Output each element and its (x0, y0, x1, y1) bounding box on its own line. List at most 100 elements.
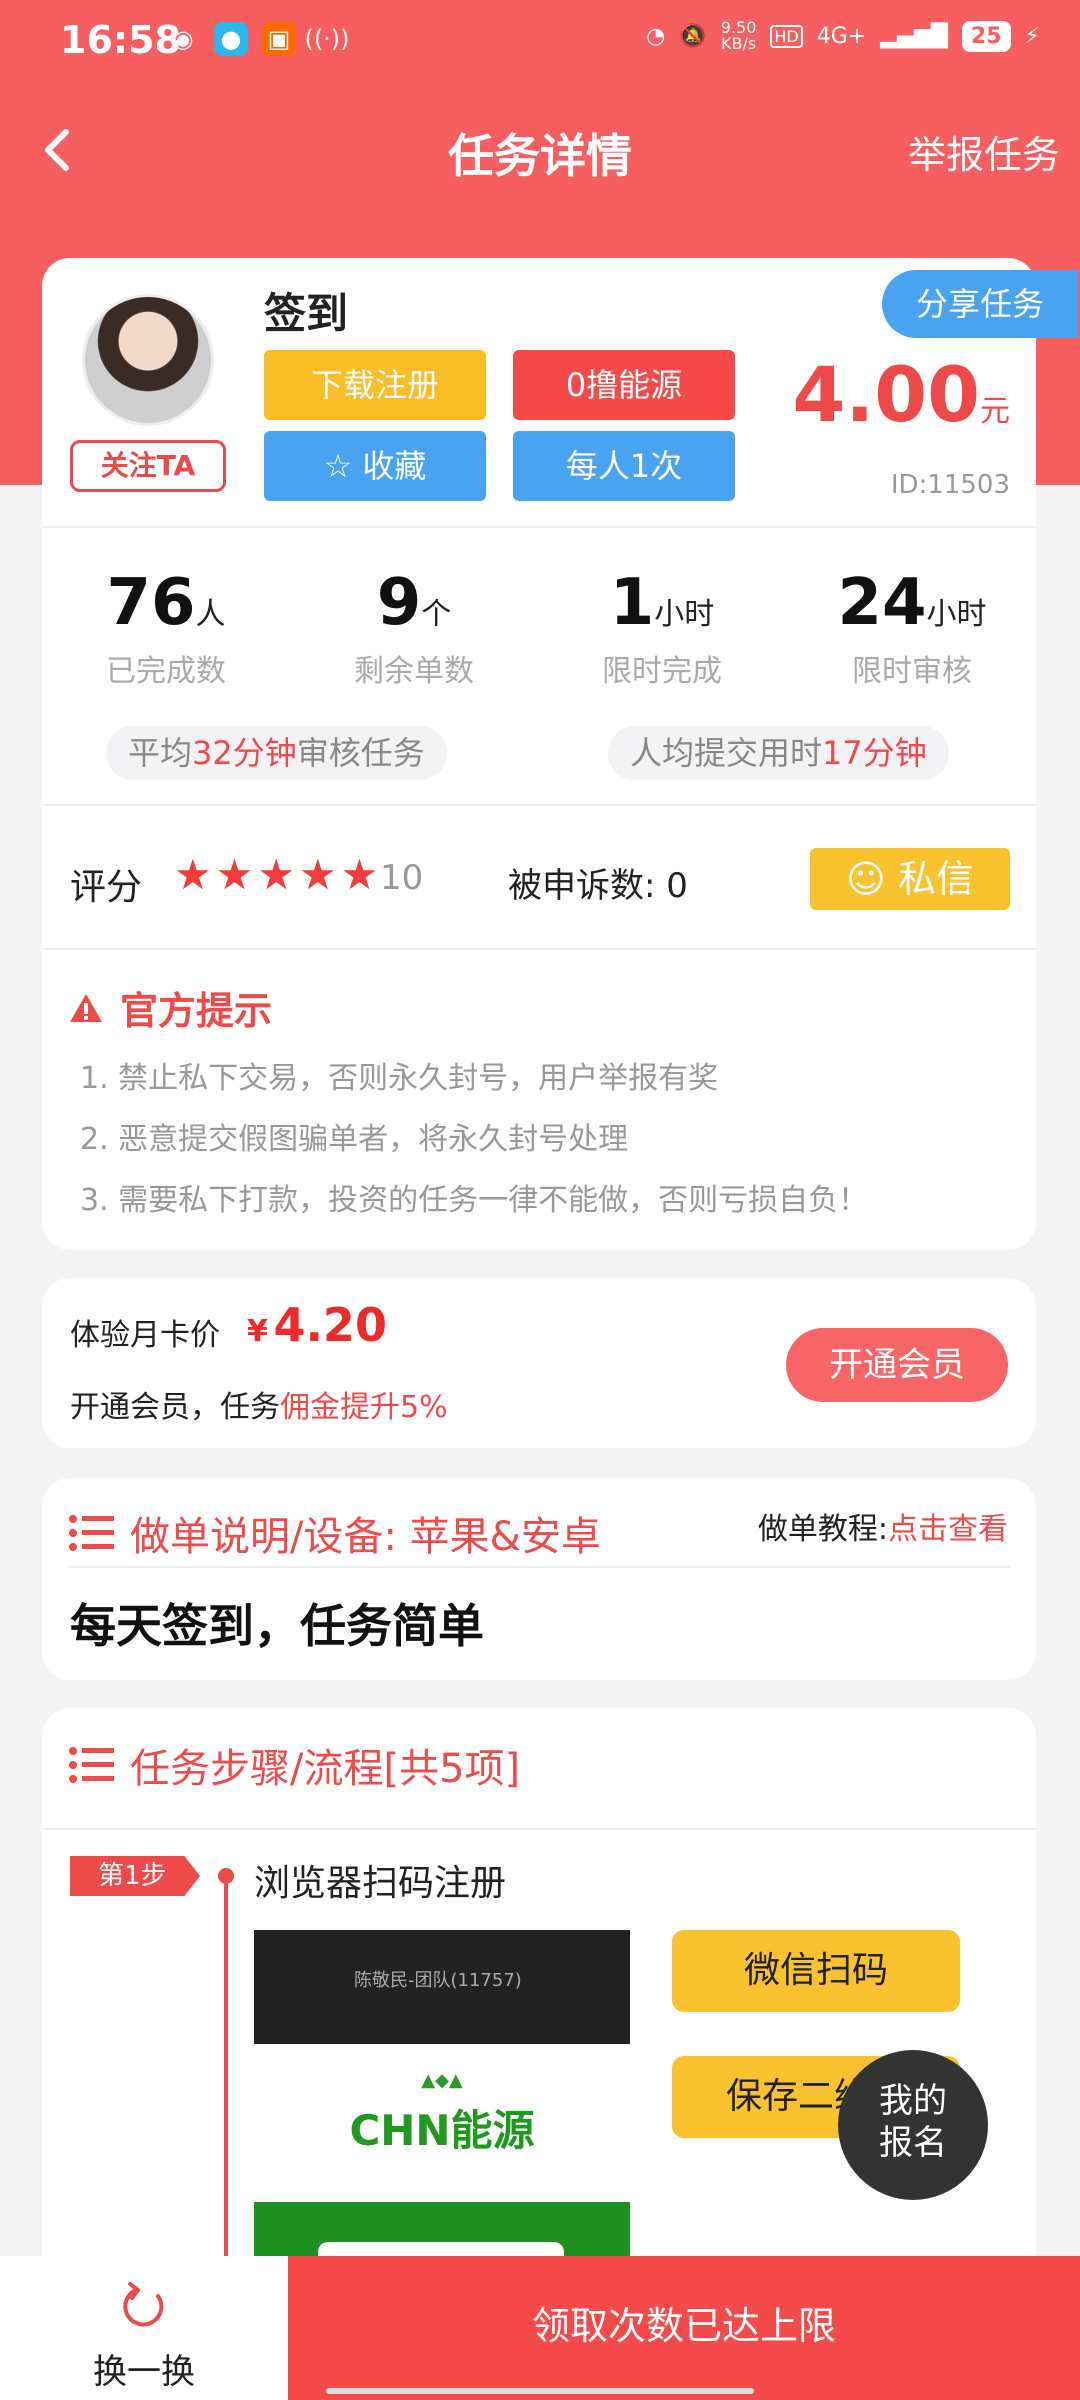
my-signup-float-button[interactable]: 我的 报名 (838, 2050, 988, 2200)
private-message-button[interactable]: ☺ 私信 (810, 848, 1010, 910)
tag-per-person-limit: 每人1次 (513, 431, 735, 501)
task-price: 4.00元 (792, 350, 1010, 439)
official-tips-title: 官方提示 (68, 980, 272, 1035)
price-unit: 元 (980, 394, 1010, 429)
home-indicator[interactable] (326, 2388, 754, 2394)
stat-value: 1 (609, 566, 655, 640)
float-line-2: 报名 (879, 2123, 947, 2163)
stat-unit: 人 (195, 597, 226, 632)
private-message-label: 私信 (897, 857, 974, 901)
stat-unit: 小时 (654, 597, 715, 632)
refresh-button[interactable]: 换一换 (0, 2256, 288, 2400)
vip-subtitle: 开通会员，任务佣金提升5% (70, 1382, 448, 1426)
star-icon: ★ (174, 850, 212, 899)
stat-label: 限时完成 (602, 654, 722, 689)
network-type: 4G+ (816, 23, 867, 49)
step-1-screenshot[interactable]: 陈敬民-团队(11757) ▲◆▲ CHN能源 (254, 1930, 630, 2268)
official-tips-label: 官方提示 (120, 989, 273, 1033)
stat-value: 24 (837, 566, 927, 640)
open-membership-button[interactable]: 开通会员 (786, 1328, 1008, 1402)
tag-energy: 0撸能源 (513, 350, 735, 420)
appeal-count: 被申诉数: 0 (508, 866, 688, 906)
list-icon (69, 1747, 114, 1783)
status-bar: 16:58 ◉ ● ▣ ((·)) ◔ 🔕 9.50 KB/s HD 4G+ ▂▄… (0, 0, 1080, 84)
stat-remaining: 9个 剩余单数 (290, 566, 538, 690)
step-1-text: 浏览器扫码注册 (254, 1863, 507, 1904)
wechat-icon: ◉ (172, 25, 194, 53)
speedometer-icon: ◔ (646, 23, 666, 49)
stat-completed: 76人 已完成数 (42, 566, 290, 690)
avg-submit-pill: 人均提交用时17分钟 (608, 726, 949, 780)
task-name: 签到 (264, 289, 349, 338)
star-icon: ★ (340, 850, 379, 899)
timeline-line (224, 1884, 228, 2268)
follow-button[interactable]: 关注TA (70, 440, 226, 492)
divider (42, 804, 1036, 806)
battery-level: 25 (961, 20, 1011, 52)
tutorial-label: 做单教程: (757, 1512, 888, 1547)
vip-label: 体验月卡价 (70, 1318, 220, 1353)
signal-icon: ▂▄▆█ (880, 23, 948, 49)
claim-task-button[interactable]: 领取次数已达上限 (288, 2256, 1080, 2400)
stat-unit: 小时 (926, 597, 987, 632)
screenshot-header: 陈敬民-团队(11757) (254, 1930, 630, 2044)
tip-item: 2. 恶意提交假图骗单者，将永久封号处理 (80, 1122, 629, 1157)
stat-label: 剩余单数 (354, 654, 474, 689)
tip-item: 3. 需要私下打款，投资的任务一律不能做，否则亏损自负！ (80, 1183, 869, 1218)
price-value: 4.00 (792, 350, 980, 439)
vip-card: 体验月卡价 ¥ 4.20 开通会员，任务佣金提升5% 开通会员 (42, 1278, 1036, 1448)
charging-icon: ⚡ (1024, 23, 1040, 49)
divider (68, 1566, 1010, 1568)
timeline-dot (218, 1868, 234, 1884)
step-1-badge: 第1步 (70, 1856, 200, 1896)
qq-icon: ● (214, 22, 248, 56)
tip-item: 1. 禁止私下交易，否则永久封号，用户举报有奖 (80, 1061, 719, 1096)
status-time: 16:58 (60, 18, 181, 62)
steps-title: 任务步骤/流程[共5项] (68, 1736, 520, 1794)
vip-price: ¥ 4.20 (247, 1298, 387, 1352)
collect-button[interactable]: ☆ 收藏 (264, 431, 486, 501)
stat-value: 76 (106, 566, 196, 640)
star-outline-icon: ☆ (323, 447, 353, 485)
pill-text: 审核任务 (296, 734, 425, 772)
stat-label: 已完成数 (106, 654, 226, 689)
star-icon: ★ (215, 850, 254, 899)
stat-value: 9 (376, 566, 422, 640)
instructions-card: 做单说明/设备: 苹果&安卓 做单教程:点击查看 每天签到，任务简单 (42, 1478, 1036, 1680)
list-icon (69, 1515, 114, 1551)
rating-stars: ★ ★ ★ ★ ★ (174, 854, 378, 896)
bottom-bar: 换一换 领取次数已达上限 (0, 2256, 1080, 2400)
star-icon: ★ (257, 850, 295, 899)
app-notification-icon: ▣ (262, 22, 296, 56)
network-speed-unit: KB/s (720, 34, 757, 53)
refresh-icon (123, 2282, 164, 2327)
chn-logo-icon: ▲◆▲ (421, 2070, 463, 2091)
divider (42, 948, 1036, 950)
avg-review-pill: 平均32分钟审核任务 (106, 726, 447, 780)
steps-title-text: 任务步骤/流程[共5项] (130, 1746, 521, 1792)
refresh-label: 换一换 (93, 2352, 195, 2392)
stat-review-limit: 24小时 限时审核 (788, 566, 1036, 690)
pill-highlight: 17分钟 (822, 734, 927, 772)
mute-icon: 🔕 (679, 23, 707, 49)
wechat-scan-button[interactable]: 微信扫码 (672, 1930, 960, 2012)
hd-icon: HD (770, 24, 803, 48)
task-id: ID:11503 (890, 470, 1010, 500)
instructions-title-text: 做单说明/设备: 苹果&安卓 (130, 1514, 601, 1560)
tutorial-link[interactable]: 做单教程:点击查看 (758, 1504, 1008, 1548)
stat-unit: 个 (421, 597, 452, 632)
avatar[interactable] (82, 294, 214, 426)
tag-download-register: 下载注册 (264, 350, 486, 420)
divider (42, 1828, 1036, 1830)
vip-subtitle-text: 开通会员，任务 (70, 1390, 280, 1425)
report-task-button[interactable]: 举报任务 (908, 124, 1060, 179)
float-line-1: 我的 (879, 2081, 947, 2121)
chat-bubble-icon: ☺ (846, 857, 886, 901)
pill-text: 人均提交用时 (630, 734, 823, 772)
tips-list: 1. 禁止私下交易，否则永久封号，用户举报有奖 2. 恶意提交假图骗单者，将永久… (80, 1048, 868, 1231)
tutorial-link-text[interactable]: 点击查看 (888, 1512, 1008, 1547)
rating-value: 10 (380, 858, 424, 898)
instructions-title: 做单说明/设备: 苹果&安卓 (68, 1504, 601, 1562)
pill-text: 平均 (128, 734, 193, 772)
share-task-button[interactable]: 分享任务 (882, 270, 1078, 338)
